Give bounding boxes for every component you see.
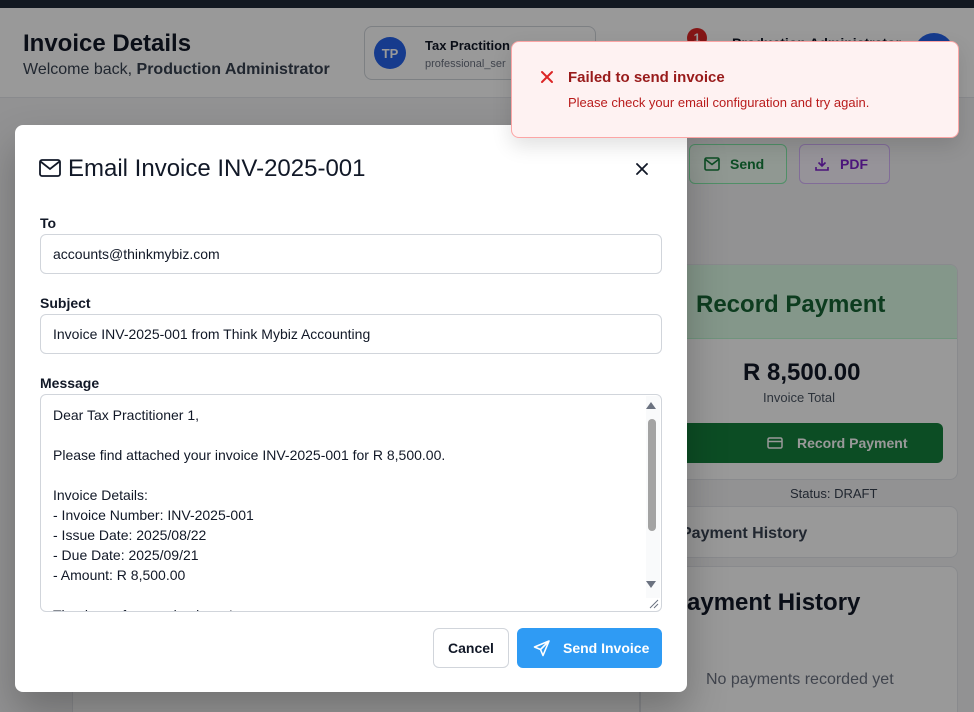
cancel-button[interactable]: Cancel xyxy=(433,628,509,668)
email-invoice-modal: Email Invoice INV-2025-001 To Subject Me… xyxy=(15,125,687,692)
scroll-down-arrow-icon[interactable] xyxy=(646,581,656,588)
scroll-up-arrow-icon[interactable] xyxy=(646,402,656,409)
message-textarea[interactable]: Dear Tax Practitioner 1, Please find att… xyxy=(40,394,662,612)
mail-icon xyxy=(39,159,61,177)
modal-title: Email Invoice INV-2025-001 xyxy=(68,155,366,182)
toast-description: Please check your email configuration an… xyxy=(568,95,870,110)
subject-field[interactable] xyxy=(40,314,662,354)
send-invoice-button[interactable]: Send Invoice xyxy=(517,628,662,668)
to-field[interactable] xyxy=(40,234,662,274)
close-button[interactable] xyxy=(631,158,653,180)
send-invoice-label: Send Invoice xyxy=(563,640,650,656)
close-icon xyxy=(636,163,648,175)
error-x-icon xyxy=(541,71,553,83)
message-label: Message xyxy=(40,375,100,391)
send-icon xyxy=(533,640,550,657)
error-toast: Failed to send invoice Please check your… xyxy=(511,41,959,138)
toast-title: Failed to send invoice xyxy=(568,69,725,86)
scrollbar[interactable] xyxy=(646,396,660,598)
message-text: Dear Tax Practitioner 1, Please find att… xyxy=(53,407,446,611)
to-label: To xyxy=(40,215,57,231)
resize-handle-icon[interactable] xyxy=(647,597,659,609)
subject-label: Subject xyxy=(40,295,91,311)
scrollbar-thumb[interactable] xyxy=(648,419,656,531)
